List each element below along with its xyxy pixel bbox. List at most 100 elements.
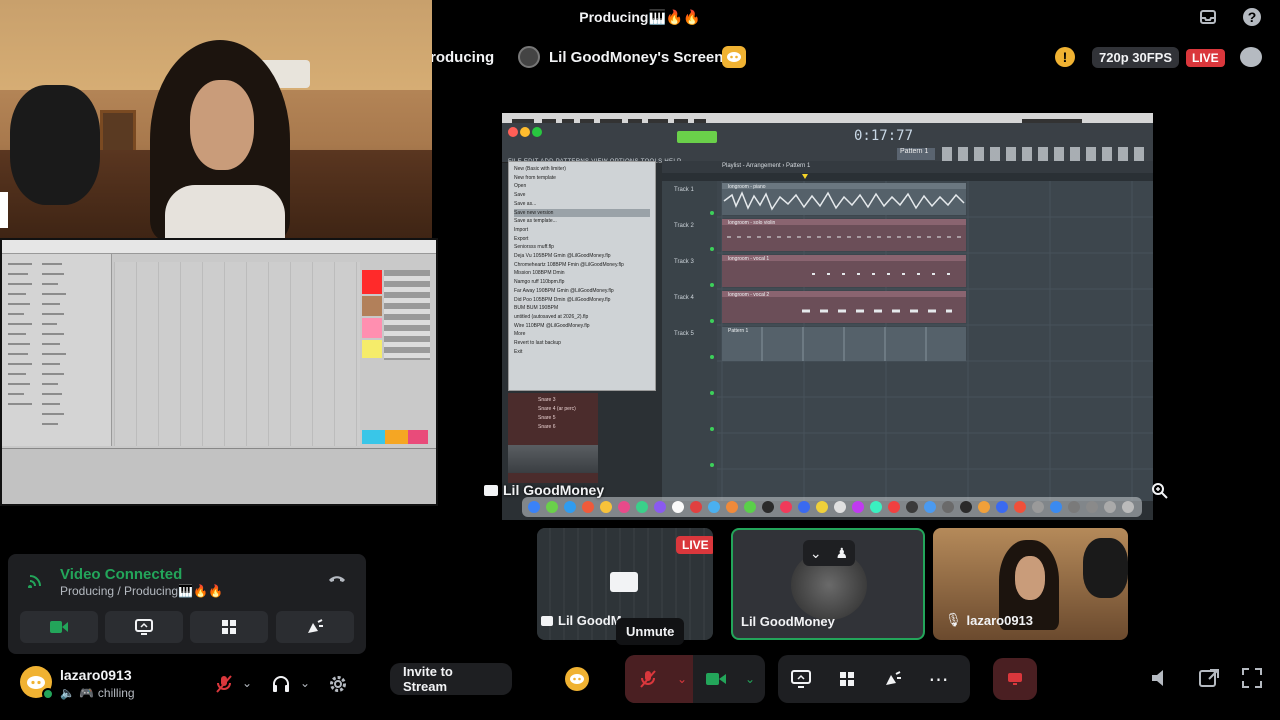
file-menu-item[interactable]: Did Poo 105BPM Dmin @LilGoodMoney.flp bbox=[514, 296, 650, 305]
file-menu-item[interactable]: Seniorsss rnuff.flp bbox=[514, 243, 650, 252]
disconnect-icon[interactable] bbox=[328, 572, 346, 586]
clip-colors bbox=[362, 430, 428, 444]
leave-call-button[interactable] bbox=[993, 658, 1037, 700]
camera-button[interactable] bbox=[20, 611, 98, 643]
file-menu-item[interactable]: Exit bbox=[514, 348, 650, 357]
warning-icon[interactable]: ! bbox=[1055, 47, 1075, 67]
online-status-dot bbox=[42, 688, 54, 700]
screen-share-icon bbox=[610, 572, 638, 592]
file-menu-item[interactable]: More bbox=[514, 330, 650, 339]
discord-activity-icon[interactable] bbox=[565, 667, 589, 691]
person-shirt bbox=[165, 185, 285, 240]
volume-icon[interactable] bbox=[1151, 668, 1173, 693]
chevron-down-icon[interactable]: ⌄ bbox=[810, 545, 822, 562]
browser-item[interactable]: Snare 5 bbox=[538, 414, 592, 423]
file-menu-item[interactable]: Far Away 190BPM Gmin @LilGoodMoney.flp bbox=[514, 287, 650, 296]
unmute-button[interactable] bbox=[625, 655, 671, 703]
track-label[interactable]: Track 4 bbox=[674, 295, 694, 301]
connection-status[interactable]: Video Connected bbox=[60, 566, 182, 583]
file-menu[interactable]: New (Basic with limiter) New from templat… bbox=[508, 161, 656, 391]
user-status-row: 🔈 🎮 chilling bbox=[60, 686, 135, 700]
channel-name: roducing bbox=[430, 49, 495, 66]
file-menu-item[interactable]: Save as... bbox=[514, 200, 650, 209]
av-control-group: ⌄ ⌄ bbox=[625, 655, 765, 703]
file-menu-item[interactable]: BUM BUM 190BPM bbox=[514, 304, 650, 313]
track-label[interactable]: Track 3 bbox=[674, 259, 694, 265]
file-menu-item[interactable]: New from template bbox=[514, 174, 650, 183]
unmute-tooltip: Unmute bbox=[616, 618, 685, 645]
activities-button[interactable] bbox=[824, 655, 870, 703]
camera-options-chevron[interactable]: ⌄ bbox=[739, 655, 761, 703]
stream-header: roducing Lil GoodMoney's Screen ! 720p 3… bbox=[430, 38, 1280, 78]
microphone-foam bbox=[10, 85, 100, 205]
screen-share-button[interactable] bbox=[778, 655, 824, 703]
track-label[interactable]: Track 5 bbox=[674, 331, 694, 337]
activities-button[interactable] bbox=[190, 611, 268, 643]
file-menu-item[interactable]: Wire 110BPM @LilGoodMoney.flp bbox=[514, 322, 650, 331]
daw-toolbar bbox=[2, 240, 436, 254]
mute-mic-icon[interactable] bbox=[214, 674, 234, 699]
voice-connection-panel: Video Connected Producing / Producing🎹🔥🔥 bbox=[8, 554, 366, 654]
file-menu-item[interactable]: Revert to last backup bbox=[514, 339, 650, 348]
chevron-down-icon[interactable]: ⌄ bbox=[242, 676, 252, 690]
file-menu-item[interactable]: Mission 108BPM Dmin bbox=[514, 269, 650, 278]
headphones-icon[interactable] bbox=[271, 674, 291, 699]
soundboard-button[interactable] bbox=[276, 611, 354, 643]
file-menu-item[interactable]: Save bbox=[514, 191, 650, 200]
file-menu-item[interactable]: Save new version bbox=[514, 208, 650, 218]
clip-yellow bbox=[362, 340, 382, 358]
mic-options-chevron[interactable]: ⌄ bbox=[671, 655, 693, 703]
invite-to-stream-button[interactable]: Invite to Stream bbox=[390, 663, 512, 695]
inbox-icon[interactable] bbox=[1199, 8, 1217, 26]
voice-location[interactable]: Producing / Producing🎹🔥🔥 bbox=[60, 584, 223, 598]
gear-icon[interactable] bbox=[328, 674, 348, 699]
daw-browser bbox=[2, 254, 112, 446]
help-icon[interactable]: ? bbox=[1243, 8, 1261, 26]
clip-brown bbox=[362, 296, 382, 316]
fullscreen-icon[interactable] bbox=[1242, 668, 1262, 693]
file-menu-item[interactable]: Export bbox=[514, 235, 650, 244]
browser-item[interactable]: Snare 6 bbox=[538, 423, 592, 432]
browser-item[interactable]: Snare 4 (ar perc) bbox=[538, 405, 592, 414]
daw-mixer bbox=[384, 270, 430, 360]
file-menu-item[interactable]: Chromeheartz 108BPM Fmin @LilGoodMoney.f… bbox=[514, 261, 650, 270]
soundboard-button[interactable] bbox=[870, 655, 916, 703]
file-menu-item[interactable]: untitled (autosaved at 2026_2).flp bbox=[514, 313, 650, 322]
clip-label: longroom - vocal 1 bbox=[728, 256, 770, 262]
zoom-icon[interactable] bbox=[1151, 482, 1171, 502]
discord-icon[interactable] bbox=[722, 46, 746, 68]
file-menu-item[interactable]: New (Basic with limiter) bbox=[514, 165, 650, 174]
track-label[interactable]: Track 2 bbox=[674, 223, 694, 229]
thumbnail-lazaro[interactable]: 🎙 lazaro0913 bbox=[933, 528, 1128, 640]
file-menu-item[interactable]: Import bbox=[514, 226, 650, 235]
waveform-preview bbox=[508, 445, 598, 473]
thumbnail-lil-goodmoney[interactable]: ⌄ ♟ Lil GoodMoney bbox=[731, 528, 925, 640]
chat-icon[interactable] bbox=[1240, 47, 1262, 67]
muted-mic-icon: 🎙 bbox=[945, 612, 962, 627]
webcam-feed bbox=[0, 0, 432, 240]
more-options-icon[interactable]: ⋯ bbox=[916, 655, 962, 703]
file-menu-item[interactable]: Deja Vu 105BPM Gmin @LilGoodMoney.flp bbox=[514, 252, 650, 261]
file-menu-item[interactable]: Open bbox=[514, 182, 650, 191]
secondary-screen-share bbox=[0, 238, 438, 506]
streamer-avatar bbox=[518, 46, 540, 68]
camera-button[interactable] bbox=[693, 655, 739, 703]
username[interactable]: lazaro0913 bbox=[60, 667, 132, 683]
clip-label: longroom - piano bbox=[728, 184, 766, 190]
main-stream-video[interactable]: 0:17:77 Pattern 1 FILE EDIT ADD PATTERNS… bbox=[502, 113, 1153, 520]
signal-icon[interactable] bbox=[28, 572, 44, 589]
file-menu-item[interactable]: Save as template... bbox=[514, 217, 650, 226]
file-menu-item[interactable]: Namgo ruff 110bpm.flp bbox=[514, 278, 650, 287]
track-label[interactable]: Track 1 bbox=[674, 187, 694, 193]
thumbnail-overlay-controls[interactable]: ⌄ ♟ bbox=[803, 540, 855, 566]
tool-icons bbox=[942, 147, 1147, 161]
fl-toolbar: 0:17:77 Pattern 1 FILE EDIT ADD PATTERNS… bbox=[502, 123, 1153, 165]
microphone-foam bbox=[1083, 538, 1128, 598]
chevron-down-icon[interactable]: ⌄ bbox=[300, 676, 310, 690]
browser-item[interactable]: Snare 3 bbox=[538, 396, 592, 405]
user-icon[interactable]: ♟ bbox=[836, 545, 849, 562]
screen-share-button[interactable] bbox=[105, 611, 183, 643]
clip-labels: longroom - piano longroom - solo violin lo… bbox=[724, 184, 968, 384]
pop-out-icon[interactable] bbox=[1198, 668, 1220, 693]
screen-title: Lil GoodMoney's Screen bbox=[549, 49, 724, 66]
